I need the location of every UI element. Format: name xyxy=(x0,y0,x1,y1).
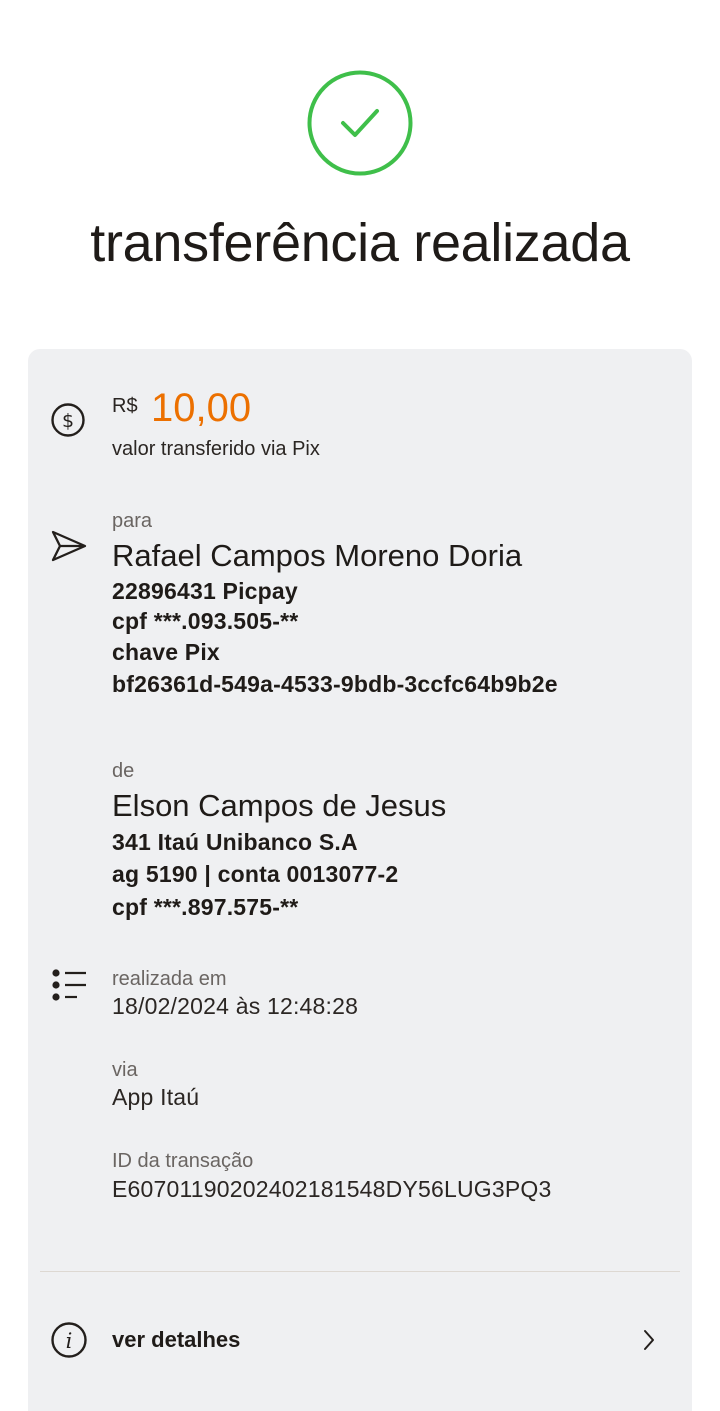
transfer-receipt-screen: transferência realizada $ R$ 10,00 valor… xyxy=(0,0,720,1411)
recipient-cpf: cpf ***.093.505-** xyxy=(112,608,299,634)
pix-key-value: bf26361d-549a-4533-9bdb-3ccfc64b9b2e xyxy=(112,671,558,697)
list-icon xyxy=(52,969,86,1001)
currency-symbol: R$ xyxy=(112,395,138,417)
sender-label: de xyxy=(112,760,135,782)
date-value: 18/02/2024 às 12:48:28 xyxy=(112,993,359,1019)
check-circle-icon xyxy=(307,70,413,176)
sender-name: Elson Campos de Jesus xyxy=(112,788,447,823)
dollar-circle-icon: $ xyxy=(51,403,85,437)
channel-value: App Itaú xyxy=(112,1084,200,1110)
recipient-bank: 22896431 Picpay xyxy=(112,578,298,604)
recipient-name: Rafael Campos Moreno Doria xyxy=(112,538,523,573)
transaction-id-label: ID da transação xyxy=(112,1150,254,1172)
date-label: realizada em xyxy=(112,968,227,990)
amount-caption: valor transferido via Pix xyxy=(112,438,320,460)
svg-text:i: i xyxy=(66,1329,73,1353)
transaction-id-value: E60701190202402181548DY56LUG3PQ3 xyxy=(112,1176,552,1202)
channel-label: via xyxy=(112,1059,138,1081)
send-icon xyxy=(51,530,87,562)
sender-cpf: cpf ***.897.575-** xyxy=(112,894,299,920)
transfer-amount: 10,00 xyxy=(151,386,252,430)
sender-account: ag 5190 | conta 0013077-2 xyxy=(112,861,399,887)
divider xyxy=(40,1271,680,1272)
page-title: transferência realizada xyxy=(90,213,630,273)
view-details-label: ver detalhes xyxy=(112,1327,241,1352)
svg-text:$: $ xyxy=(62,410,74,432)
info-icon: i xyxy=(51,1322,87,1358)
chevron-right-icon xyxy=(644,1330,654,1350)
view-details-button[interactable]: i ver detalhes xyxy=(28,1299,692,1379)
pix-key-label: chave Pix xyxy=(112,639,220,665)
recipient-label: para xyxy=(112,510,153,532)
receipt-card: $ R$ 10,00 valor transferido via Pix par… xyxy=(28,349,692,1411)
sender-bank: 341 Itaú Unibanco S.A xyxy=(112,829,358,855)
